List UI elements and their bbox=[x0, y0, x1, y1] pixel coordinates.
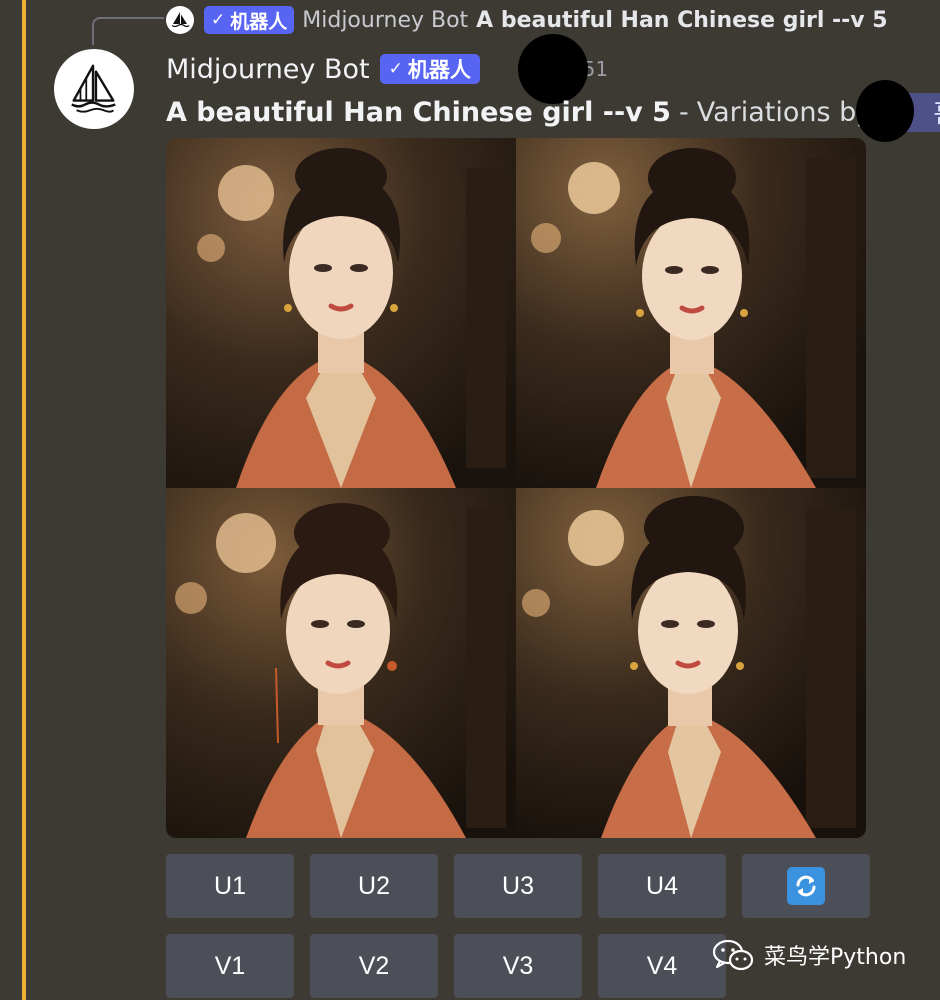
separator: - bbox=[678, 96, 689, 128]
upscale-button-u3[interactable]: U3 bbox=[454, 854, 582, 918]
variation-button-v3[interactable]: V3 bbox=[454, 934, 582, 998]
portrait-image bbox=[166, 138, 516, 488]
variation-button-v2[interactable]: V2 bbox=[310, 934, 438, 998]
username[interactable]: Midjourney Bot bbox=[166, 54, 370, 85]
image-grid[interactable] bbox=[166, 138, 866, 838]
refresh-icon bbox=[787, 867, 825, 905]
portrait-image bbox=[166, 488, 516, 838]
message-content: A beautiful Han Chinese girl --v 5 - Var… bbox=[166, 92, 940, 132]
variation-button-v4[interactable]: V4 bbox=[598, 934, 726, 998]
watermark-text: 菜鸟学Python bbox=[764, 945, 907, 970]
upscale-button-u1[interactable]: U1 bbox=[166, 854, 294, 918]
reply-connector bbox=[92, 17, 164, 45]
watermark: 菜鸟学Python bbox=[712, 938, 906, 972]
reply-avatar[interactable] bbox=[166, 6, 194, 34]
message-prompt: A beautiful Han Chinese girl --v 5 bbox=[166, 96, 671, 128]
upscale-button-u4[interactable]: U4 bbox=[598, 854, 726, 918]
variation-button-v1[interactable]: V1 bbox=[166, 934, 294, 998]
avatar[interactable] bbox=[54, 49, 134, 129]
reply-username[interactable]: Midjourney Bot bbox=[302, 8, 468, 33]
portrait-image bbox=[516, 488, 866, 838]
image-variation-2[interactable] bbox=[516, 138, 866, 488]
reply-reference[interactable]: ✓ 机器人 Midjourney Bot A beautiful Han Chin… bbox=[166, 3, 888, 37]
sailboat-icon bbox=[71, 64, 116, 113]
verified-check-icon: ✓ bbox=[211, 10, 226, 30]
wechat-icon bbox=[712, 939, 754, 971]
bot-badge: ✓ 机器人 bbox=[379, 54, 480, 84]
image-variation-4[interactable] bbox=[516, 488, 866, 838]
upscale-button-u2[interactable]: U2 bbox=[310, 854, 438, 918]
image-variation-3[interactable] bbox=[166, 488, 516, 838]
sailboat-icon bbox=[171, 12, 190, 28]
variations-label: Variations by bbox=[696, 96, 873, 128]
reply-prompt[interactable]: A beautiful Han Chinese girl --v 5 bbox=[476, 8, 887, 33]
redacted-mention bbox=[856, 80, 914, 142]
image-variation-1[interactable] bbox=[166, 138, 516, 488]
portrait-image bbox=[516, 138, 866, 488]
verified-check-icon: ✓ bbox=[388, 59, 403, 79]
highlight-bar bbox=[22, 0, 26, 1000]
reroll-button[interactable] bbox=[742, 854, 870, 918]
bot-badge: ✓ 机器人 bbox=[204, 6, 295, 34]
